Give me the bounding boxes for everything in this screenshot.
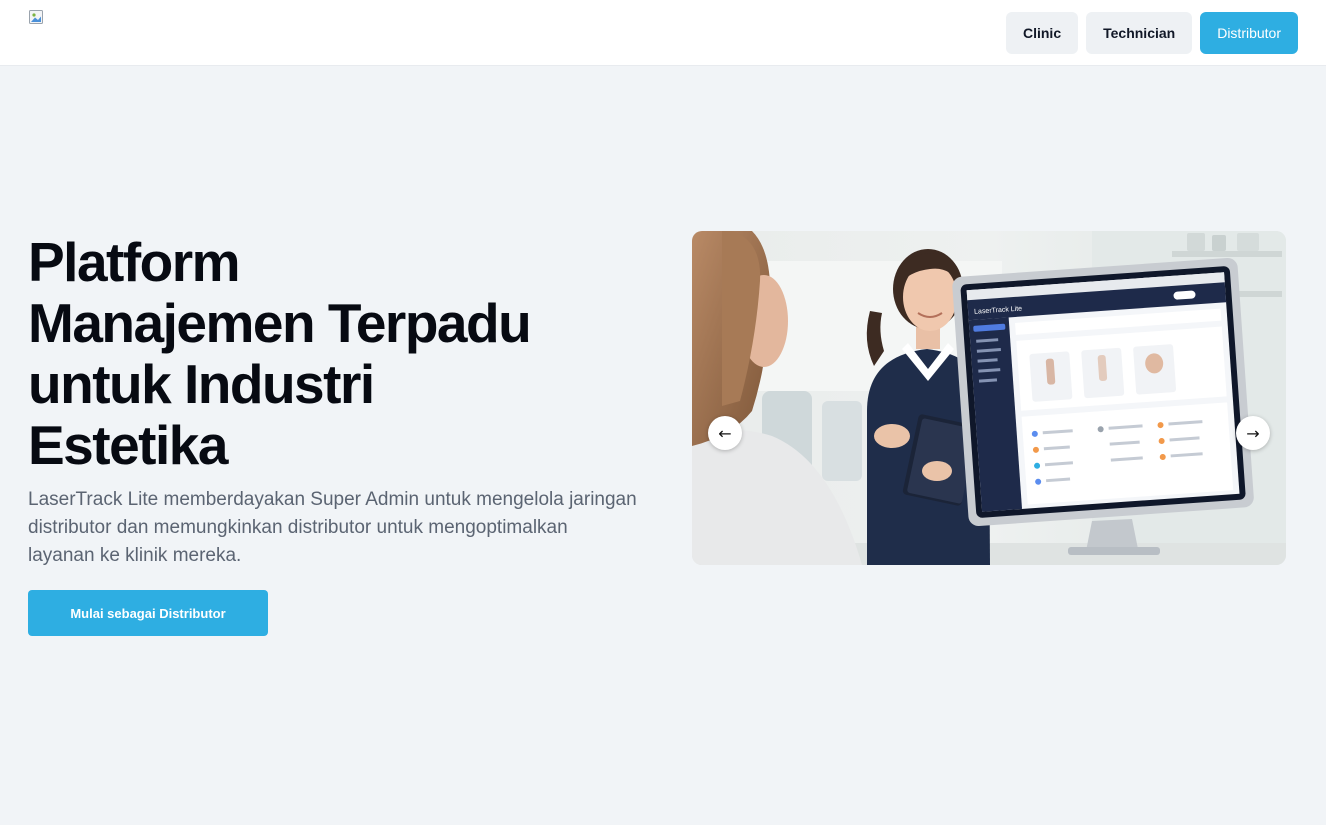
technician-button[interactable]: Technician — [1086, 12, 1193, 54]
arrow-left-icon: ← — [718, 423, 732, 443]
hero-title-line: untuk Industri — [28, 353, 375, 415]
hero-title-line: Platform — [28, 231, 241, 293]
hero-title: Platform Manajemen Terpadu untuk Industr… — [28, 232, 668, 476]
carousel-prev-button[interactable]: ← — [708, 416, 742, 450]
clinic-button[interactable]: Clinic — [1005, 12, 1079, 54]
carousel-slide-image: LaserTrack Lite — [692, 231, 1286, 565]
hero-image-carousel: LaserTrack Lite ← → — [692, 231, 1286, 565]
hero-title-line: Estetika — [28, 414, 228, 476]
distributor-button[interactable]: Distributor — [1200, 12, 1298, 54]
broken-logo-image-icon — [29, 10, 43, 24]
top-navbar: Clinic Technician Distributor — [0, 0, 1326, 66]
role-switcher: Clinic Technician Distributor — [1005, 12, 1298, 54]
carousel-next-button[interactable]: → — [1236, 416, 1270, 450]
hero-title-line: Manajemen Terpadu — [28, 292, 532, 354]
arrow-right-icon: → — [1246, 423, 1260, 443]
hero-description: LaserTrack Lite memberdayakan Super Admi… — [28, 489, 637, 566]
start-as-distributor-button[interactable]: Mulai sebagai Distributor — [28, 590, 268, 636]
